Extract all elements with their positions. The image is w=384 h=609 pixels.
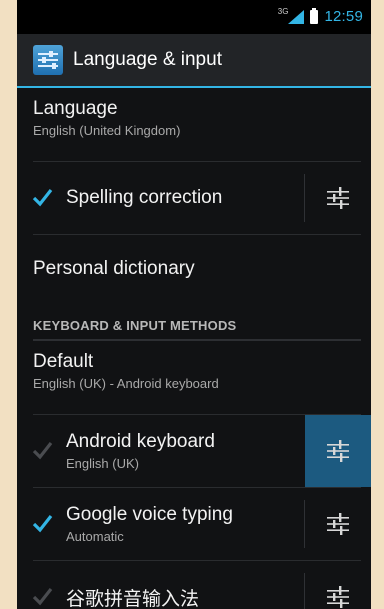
signal-icon: [288, 9, 305, 24]
personal-dictionary-item[interactable]: Personal dictionary: [33, 235, 361, 303]
settings-sliders-icon[interactable]: [33, 45, 63, 75]
language-value: English (United Kingdom): [33, 123, 181, 138]
default-value: English (UK) - Android keyboard: [33, 376, 219, 391]
checkmark-icon: [32, 188, 53, 206]
input-method-text: 谷歌拼音输入法: [66, 584, 304, 609]
input-method-label: Android keyboard: [66, 431, 215, 452]
personal-dictionary-label: Personal dictionary: [33, 258, 195, 279]
input-method-item[interactable]: 谷歌拼音输入法: [32, 561, 361, 609]
default-keyboard-item[interactable]: Default English (UK) - Android keyboard: [33, 341, 361, 415]
input-method-settings-button[interactable]: [305, 415, 371, 487]
network-type: 3G: [277, 7, 289, 16]
input-method-checkbox[interactable]: [32, 441, 53, 460]
default-title: Default: [33, 351, 94, 372]
spelling-correction-item[interactable]: Spelling correction: [32, 162, 361, 235]
action-bar: Language & input: [17, 34, 371, 88]
input-method-checkbox[interactable]: [32, 587, 53, 606]
input-method-summary: English (UK): [66, 456, 139, 471]
checkmark-icon: [32, 514, 53, 532]
input-method-label: Google voice typing: [66, 504, 233, 525]
input-method-item[interactable]: Google voice typing Automatic: [32, 488, 361, 561]
input-method-checkbox[interactable]: [32, 514, 53, 533]
settings-list: Language English (United Kingdom) Spelli…: [17, 88, 371, 609]
spelling-checkbox[interactable]: [32, 188, 53, 207]
clock: 12:59: [324, 8, 363, 25]
section-header-keyboard: KEYBOARD & INPUT METHODS: [33, 303, 361, 341]
settings-sliders-icon: [327, 513, 349, 535]
input-method-settings-button[interactable]: [305, 488, 371, 560]
input-method-item[interactable]: Android keyboard English (UK): [32, 415, 371, 488]
spelling-label: Spelling correction: [66, 187, 223, 208]
spelling-text: Spelling correction: [66, 187, 304, 209]
settings-sliders-icon: [327, 187, 349, 209]
language-item[interactable]: Language English (United Kingdom): [33, 88, 361, 162]
input-method-summary: Automatic: [66, 529, 124, 544]
spelling-settings-button[interactable]: [305, 162, 371, 234]
input-method-settings-button[interactable]: [305, 561, 371, 609]
settings-sliders-icon: [327, 440, 349, 462]
status-icons: 3G 12:59: [277, 7, 363, 25]
settings-sliders-icon: [327, 586, 349, 608]
page-title: Language & input: [73, 49, 222, 70]
input-method-text: Android keyboard English (UK): [66, 431, 305, 471]
checkmark-icon: [32, 587, 53, 605]
language-title: Language: [33, 98, 118, 119]
checkmark-icon: [32, 441, 53, 459]
input-method-text: Google voice typing Automatic: [66, 504, 304, 544]
status-bar: 3G 12:59: [17, 0, 371, 34]
phone-screen: 3G 12:59 Language & input Language Engli…: [17, 0, 371, 609]
input-method-label: 谷歌拼音输入法: [66, 588, 200, 609]
battery-icon: [310, 7, 319, 24]
